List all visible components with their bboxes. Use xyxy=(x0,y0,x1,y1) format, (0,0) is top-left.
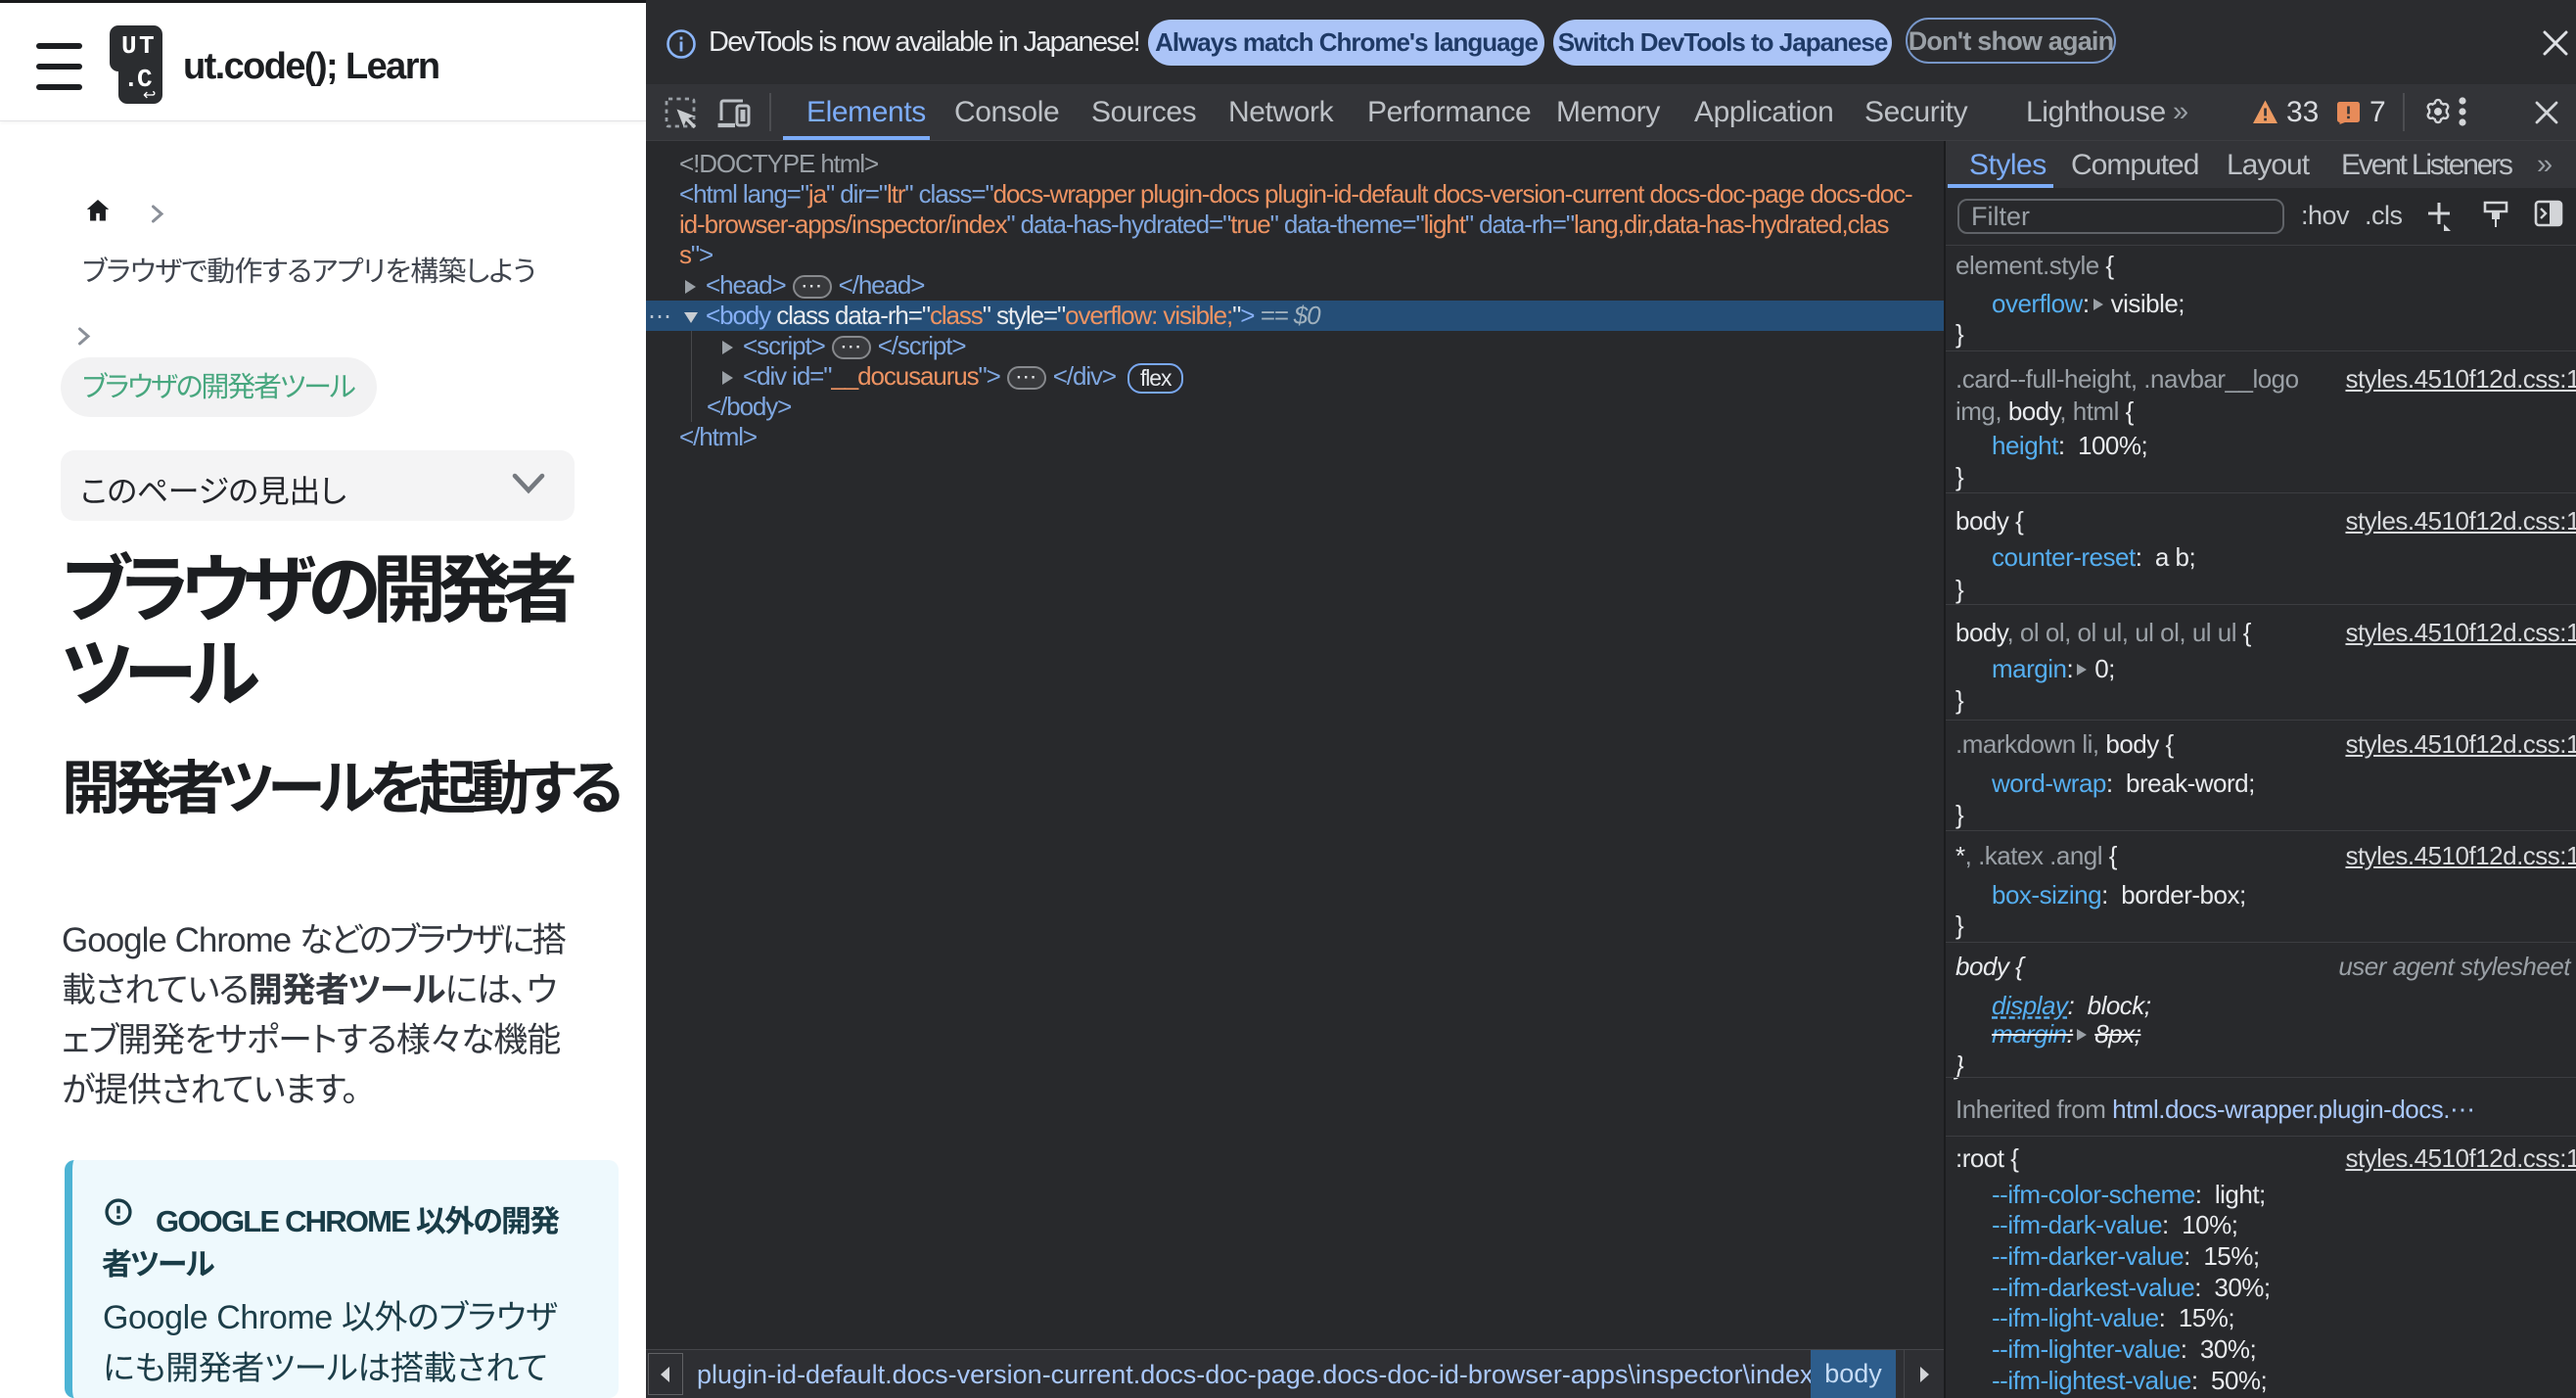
svg-text:U: U xyxy=(121,31,137,61)
svg-text:T: T xyxy=(139,31,155,61)
svg-text:↩: ↩ xyxy=(143,87,156,104)
